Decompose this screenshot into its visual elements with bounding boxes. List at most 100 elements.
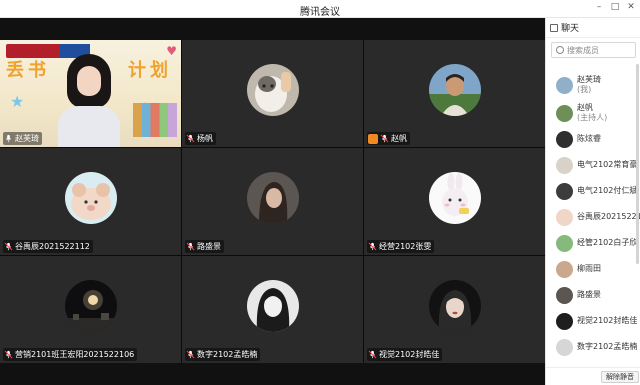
list-item[interactable]: 视觉2102封皓佳 (546, 308, 640, 334)
member-name: 电气2102常育豪 (577, 160, 638, 169)
video-tile[interactable]: 丢 书 计 划 ★ ★ ♥ 赵芙琦 (0, 40, 181, 147)
avatar (556, 260, 573, 278)
mic-icon (5, 134, 12, 143)
speaker-body (58, 106, 120, 147)
member-list: 赵芙琦 (我) 赵帆 (主持人) 陈炫睿 电气2102常育豪 电气2102付仁斌 谷… (546, 64, 640, 364)
member-role: (我) (577, 85, 592, 94)
participant-name: 赵芙琦 (15, 134, 39, 143)
list-item[interactable]: 数字2102孟皓楠 (546, 334, 640, 360)
member-name: 路盛景 (577, 290, 601, 299)
mic-icon (380, 134, 389, 143)
participant-name: 杨帆 (197, 134, 213, 143)
avatar (556, 104, 573, 122)
avatar (556, 338, 573, 356)
participant-avatar (64, 280, 117, 333)
chat-tab[interactable]: 聊天 (561, 21, 579, 34)
chat-icon (550, 23, 558, 32)
avatar (556, 156, 573, 174)
avatar (556, 208, 573, 226)
participant-name: 经营2102张雯 (379, 242, 432, 251)
participant-name: 赵帆 (391, 134, 407, 143)
member-search-input[interactable]: 搜索成员 (551, 42, 636, 58)
meeting-window: 腾讯会议 – □ ✕ 丢 书 计 划 ★ ★ ♥ (0, 0, 640, 385)
list-item[interactable]: 电气2102付仁斌 (546, 178, 640, 204)
participant-avatar (428, 64, 481, 117)
minimize-icon[interactable]: – (594, 2, 604, 12)
mic-icon (4, 242, 13, 251)
list-item[interactable]: 谷禹辰2021522112 (546, 204, 640, 230)
mic-icon (4, 350, 13, 359)
participant-avatar (246, 64, 299, 117)
mic-icon (186, 242, 195, 251)
mic-icon (186, 350, 195, 359)
member-name: 电气2102付仁斌 (577, 186, 638, 195)
host-badge-icon (368, 133, 378, 144)
list-item[interactable]: 赵芙琦 (我) (546, 72, 640, 98)
mic-icon (186, 134, 195, 143)
avatar (556, 312, 573, 330)
member-role: (主持人) (577, 113, 608, 122)
title-bar: 腾讯会议 – □ ✕ (0, 0, 640, 18)
speaker-face (77, 66, 101, 96)
participant-name-tag: 经营2102张雯 (367, 240, 435, 253)
window-controls: – □ ✕ (594, 2, 636, 12)
member-name: 谷禹辰2021522112 (577, 212, 640, 221)
banner-decoration: 丢 (6, 60, 24, 81)
member-list-scrollbar[interactable] (636, 64, 639, 264)
member-name: 视觉2102封皓佳 (577, 316, 638, 325)
participant-name-tag: 营销2101班王宏阳2021522106 (3, 348, 138, 361)
participant-name: 营销2101班王宏阳2021522106 (15, 350, 135, 359)
video-tile[interactable]: 谷禹辰2021522112 (0, 148, 181, 255)
heart-icon: ♥ (166, 44, 177, 58)
list-item[interactable]: 柳雨田 (546, 256, 640, 282)
member-sidebar: 聊天 搜索成员 赵芙琦 (我) 赵帆 (主持人) 陈炫睿 电气2102常育豪 电… (545, 18, 640, 385)
participant-name: 谷禹辰2021522112 (15, 242, 90, 251)
mic-icon (368, 350, 377, 359)
list-item[interactable]: 路盛景 (546, 282, 640, 308)
member-name: 经管2102白子欣 (577, 238, 638, 247)
participant-avatar (428, 280, 481, 333)
participant-name-tag: 谷禹辰2021522112 (3, 240, 93, 253)
video-tile[interactable]: 营销2101班王宏阳2021522106 (0, 256, 181, 363)
banner-decoration: 书 (28, 60, 46, 81)
participant-name-tag: 数字2102孟皓楠 (185, 348, 261, 361)
avatar (556, 286, 573, 304)
member-name: 赵帆 (577, 103, 593, 112)
window-title: 腾讯会议 (300, 7, 340, 18)
gallery-bottom-strip (0, 363, 545, 385)
list-item[interactable]: 经管2102白子欣 (546, 230, 640, 256)
participant-avatar (246, 280, 299, 333)
video-gallery: 丢 书 计 划 ★ ★ ♥ 赵芙琦 (0, 18, 545, 385)
maximize-icon[interactable]: □ (610, 2, 620, 12)
video-tile[interactable]: 杨帆 (182, 40, 363, 147)
banner-decoration: 划 (150, 60, 168, 81)
video-tile[interactable]: 数字2102孟皓楠 (182, 256, 363, 363)
sidebar-footer: 解除静音 (546, 367, 640, 385)
video-tile[interactable]: 路盛景 (182, 148, 363, 255)
list-item[interactable]: 电气2102常育豪 (546, 152, 640, 178)
unmute-all-button[interactable]: 解除静音 (601, 371, 639, 383)
sidebar-header[interactable]: 聊天 (546, 18, 640, 38)
participant-name-tag: 视觉2102封皓佳 (367, 348, 443, 361)
member-name: 柳雨田 (577, 264, 601, 273)
participant-avatar (246, 172, 299, 225)
search-placeholder: 搜索成员 (567, 45, 599, 55)
video-tile[interactable]: 经营2102张雯 (364, 148, 545, 255)
participant-avatar (428, 172, 481, 225)
avatar (556, 234, 573, 252)
star-icon: ★ (10, 92, 25, 111)
avatar (556, 76, 573, 94)
participant-name-tag: 杨帆 (185, 132, 216, 145)
video-tile[interactable]: 赵帆 (364, 40, 545, 147)
member-name: 数字2102孟皓楠 (577, 342, 638, 351)
close-icon[interactable]: ✕ (626, 2, 636, 12)
list-item[interactable]: 陈炫睿 (546, 126, 640, 152)
participant-name: 数字2102孟皓楠 (197, 350, 258, 359)
participant-name: 路盛景 (197, 242, 221, 251)
participant-name-tag: 路盛景 (185, 240, 224, 253)
avatar (556, 182, 573, 200)
speaker-video: 丢 书 计 划 ★ ★ ♥ (0, 40, 181, 147)
video-tile[interactable]: 视觉2102封皓佳 (364, 256, 545, 363)
list-item[interactable]: 赵帆 (主持人) (546, 100, 640, 126)
member-name: 赵芙琦 (577, 75, 601, 84)
